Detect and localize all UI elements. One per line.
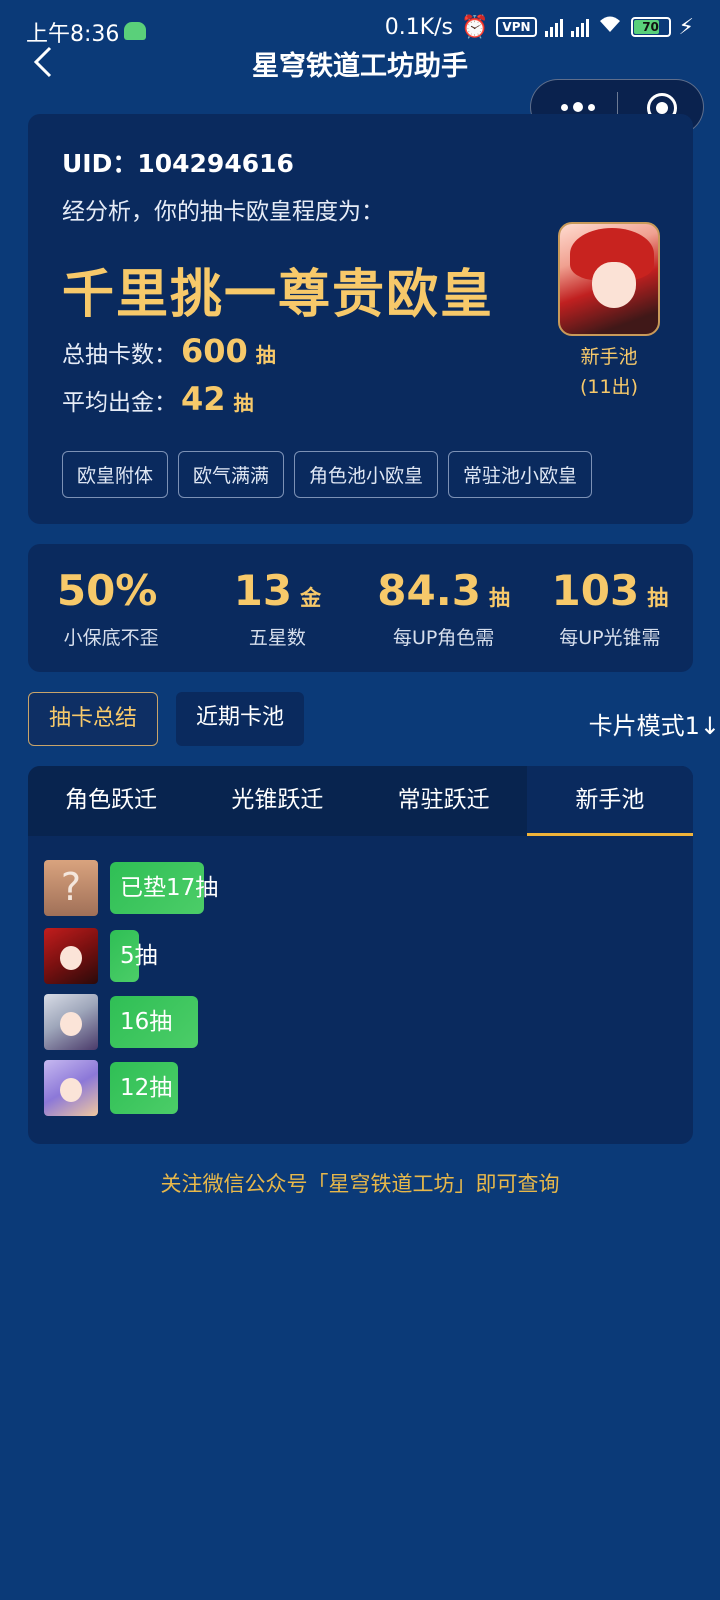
result-card: UID：104294616 经分析，你的抽卡欧皇程度为： 千里挑一尊贵欧皇 总抽… [28,114,693,524]
analysis-text: 经分析，你的抽卡欧皇程度为： [62,199,384,225]
unknown-avatar-icon: ? [44,860,98,916]
card-mode-selector[interactable]: 卡片模式1↓ [589,706,720,741]
tab-summary[interactable]: 抽卡总结 [28,692,159,746]
tab-character-warp[interactable]: 角色跃迁 [28,766,194,836]
pull-bar: 16抽 [110,996,198,1048]
pool-card: 角色跃迁 光锥跃迁 常驻跃迁 新手池 ? 已垫17抽 5抽 16抽 12抽 [28,766,693,1144]
average-gold-unit: 抽 [233,391,254,415]
tab-beginner-pool[interactable]: 新手池 [526,766,693,836]
pool-count: (11出) [579,376,638,398]
tab-standard-warp[interactable]: 常驻跃迁 [361,766,527,836]
average-gold-value: 42 [181,380,226,418]
more-options-icon[interactable] [561,102,595,112]
battery-icon: 70 [630,17,671,37]
alarm-icon: ⏰ [461,14,489,40]
pull-count: 已垫17抽 [120,875,219,901]
stat-label: 小保底不歪 [63,627,159,649]
stat-value: 84.3 [377,566,481,615]
stats-card: 50% 小保底不歪 13 金 五星数 84.3 抽 每UP角色需 103 抽 每UP光… [28,544,693,672]
average-gold: 平均出金： 42 抽 [62,380,254,418]
stat-label: 五星数 [248,627,306,649]
charging-icon: ⚡ [678,14,694,40]
stat-label: 每UP光锥需 [559,627,661,649]
pull-row: 12抽 [44,1060,178,1116]
stat-value: 103 [551,566,640,615]
status-icons: 0.1K/s ⏰ VPN 70 ⚡ [385,14,694,40]
pull-bar: 已垫17抽 [110,862,218,914]
tag: 常驻池小欧皇 [448,451,593,498]
stat-item: 84.3 抽 每UP角色需 [361,544,527,672]
total-pulls: 总抽卡数： 600 抽 [62,332,276,370]
pool-tabs: 角色跃迁 光锥跃迁 常驻跃迁 新手池 [28,766,693,836]
stat-item: 50% 小保底不歪 [28,544,194,672]
page-title: 星穹铁道工坊助手 [252,51,468,82]
pull-bar: 12抽 [110,1062,178,1114]
stat-unit: 抽 [647,586,669,610]
character-avatar [44,1060,98,1116]
stat-unit: 金 [300,586,322,610]
total-pulls-unit: 抽 [255,343,276,367]
pull-count: 16抽 [120,1009,173,1035]
character-avatar [44,994,98,1050]
character-avatar [44,928,98,984]
pull-count: 12抽 [120,1075,173,1101]
signal-icon [544,17,563,37]
total-pulls-label: 总抽卡数： [62,342,177,368]
pull-bar: 5抽 [110,930,158,982]
wifi-icon [597,14,623,40]
tab-recent-pools[interactable]: 近期卡池 [176,692,305,746]
stat-item: 103 抽 每UP光锥需 [527,544,693,672]
stat-item: 13 金 五星数 [194,544,360,672]
character-avatar[interactable] [558,222,660,336]
pull-row: 5抽 [44,928,158,984]
footer-note: 关注微信公众号「星穹铁道工坊」即可查询 [160,1172,560,1196]
stat-value: 13 [233,566,293,615]
total-pulls-value: 600 [181,332,248,370]
tag: 欧皇附体 [62,451,169,498]
uid-label: UID：104294616 [62,149,294,178]
tag: 角色池小欧皇 [294,451,439,498]
pull-row: ? 已垫17抽 [44,860,218,916]
tab-lightcone-warp[interactable]: 光锥跃迁 [194,766,360,836]
vpn-icon: VPN [496,17,537,37]
rank-title: 千里挑一尊贵欧皇 [62,265,495,325]
tag-list: 欧皇附体 欧气满满 角色池小欧皇 常驻池小欧皇 [62,451,593,498]
average-gold-label: 平均出金： [62,390,177,416]
pool-name: 新手池 [580,346,638,368]
pull-row: 16抽 [44,994,198,1050]
signal-icon-2 [570,17,589,37]
stat-label: 每UP角色需 [392,627,495,649]
network-speed: 0.1K/s [384,14,454,40]
battery-level: 70 [642,20,659,34]
tag: 欧气满满 [178,451,285,498]
android-icon [124,22,146,40]
stat-value: 50% [56,566,158,615]
stat-unit: 抽 [488,586,510,610]
pull-count: 5抽 [120,943,158,969]
